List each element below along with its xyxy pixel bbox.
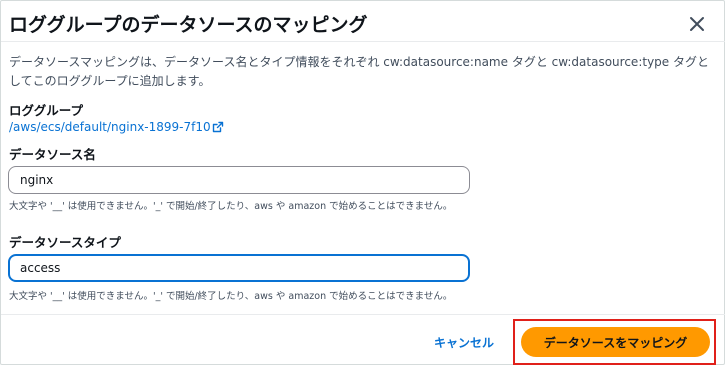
dialog-description: データソースマッピングは、データソース名とタイプ情報をそれぞれ cw:datas… [9, 55, 709, 88]
log-group-link-text: /aws/ecs/default/nginx-1899-7f10 [9, 120, 211, 134]
header-divider [1, 41, 725, 42]
external-link-icon [212, 121, 223, 133]
map-datasource-button[interactable]: データソースをマッピング [521, 327, 710, 357]
log-group-label: ロググループ [9, 103, 84, 118]
map-datasource-dialog: ロググループのデータソースのマッピング データソースマッピングは、データソース名… [0, 0, 725, 365]
log-group-link[interactable]: /aws/ecs/default/nginx-1899-7f10 [9, 120, 224, 134]
cancel-button[interactable]: キャンセル [425, 328, 503, 356]
datasource-type-hint: 大文字や '__' は使用できません。'_' で開始/終了したり、aws や a… [9, 291, 453, 302]
close-icon [690, 17, 704, 31]
datasource-type-input[interactable] [8, 254, 470, 282]
datasource-type-label: データソースタイプ [9, 235, 121, 250]
datasource-name-input[interactable] [8, 166, 470, 194]
datasource-name-label: データソース名 [9, 147, 96, 162]
close-button[interactable] [687, 14, 707, 34]
dialog-title: ロググループのデータソースのマッピング [9, 14, 368, 36]
footer-divider [1, 314, 725, 315]
datasource-name-hint: 大文字や '__' は使用できません。'_' で開始/終了したり、aws や a… [9, 201, 453, 212]
